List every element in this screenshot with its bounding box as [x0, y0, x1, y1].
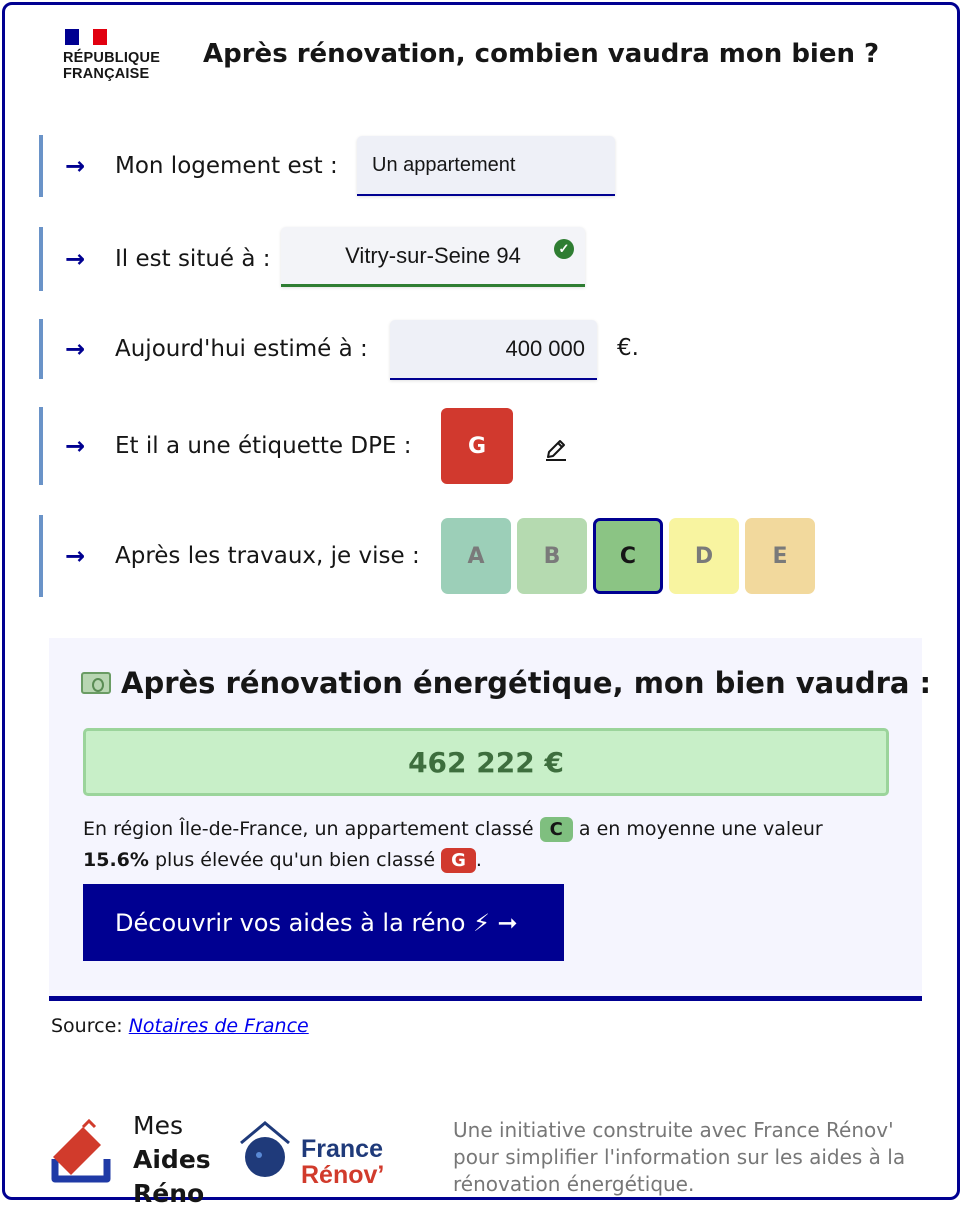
mar-line-3: Réno — [133, 1179, 205, 1208]
arrow-right-icon: → — [65, 245, 86, 273]
grade-option-e[interactable]: E — [745, 518, 815, 594]
grade-option-d[interactable]: D — [669, 518, 739, 594]
explain-end: . — [475, 849, 482, 871]
result-explanation: En région Île-de-France, un appartement … — [83, 814, 889, 876]
check-icon: ✓ — [554, 239, 574, 259]
source-label: Source: — [51, 1015, 123, 1037]
arrow-right-icon: → — [65, 152, 86, 180]
estimated-value: 462 222 € — [83, 728, 889, 796]
rf-line-2: FRANÇAISE — [63, 66, 150, 82]
mes-aides-reno-logo-icon — [51, 1118, 111, 1183]
current-grade-pill: G — [441, 848, 476, 873]
location-label: Il est situé à : — [115, 246, 271, 272]
housing-type-value: Un appartement — [372, 153, 516, 176]
arrow-right-icon: → — [65, 432, 86, 460]
french-flag-icon — [65, 29, 107, 45]
city-input[interactable]: Vitry-sur-Seine 94 ✓ — [281, 227, 585, 287]
housing-type-label: Mon logement est : — [115, 153, 338, 179]
rf-line-1: RÉPUBLIQUE — [63, 50, 161, 66]
fr-line-1: France — [301, 1135, 383, 1163]
explain-after: plus élevée qu'un bien classé — [154, 849, 436, 871]
price-value: 400 000 — [505, 336, 585, 361]
explain-middle: a en moyenne une valeur — [578, 818, 823, 840]
france-renov-logo: France Rénov’ — [240, 1121, 384, 1189]
target-grade-pill: C — [539, 817, 573, 842]
widget-frame: RÉPUBLIQUE FRANÇAISE Après rénovation, c… — [2, 2, 960, 1208]
grade-option-b[interactable]: B — [517, 518, 587, 594]
pencil-icon[interactable] — [541, 433, 571, 461]
result-title: Après rénovation énergétique, mon bien v… — [121, 666, 932, 700]
current-dpe-badge: G — [441, 408, 513, 484]
mes-aides-reno-logo-text: Mes Aides Réno — [133, 1109, 211, 1211]
grade-option-c[interactable]: C — [593, 518, 663, 594]
current-dpe-label: Et il a une étiquette DPE : — [115, 433, 412, 459]
fr-line-2: Rénov’ — [301, 1161, 384, 1189]
page-title: Après rénovation, combien vaudra mon bie… — [203, 39, 880, 69]
price-unit: €. — [617, 335, 639, 361]
result-panel: Après rénovation énergétique, mon bien v… — [49, 638, 931, 1001]
percent-increase: 15.6% — [83, 849, 149, 871]
mar-line-2: Aides — [133, 1145, 211, 1174]
arrow-right-icon: → — [65, 335, 86, 363]
city-value: Vitry-sur-Seine 94 — [345, 242, 521, 268]
footer-description: Une initiative construite avec France Ré… — [453, 1118, 906, 1196]
price-label: Aujourd'hui estimé à : — [115, 336, 368, 362]
mar-line-1: Mes — [133, 1111, 183, 1140]
money-icon — [81, 672, 111, 694]
arrow-right-icon: → — [65, 542, 86, 570]
target-dpe-label: Après les travaux, je vise : — [115, 543, 420, 569]
source-line: Source: Notaires de France — [51, 1015, 309, 1037]
explain-before: En région Île-de-France, un appartement … — [83, 818, 534, 840]
source-link[interactable]: Notaires de France — [129, 1015, 309, 1037]
price-input[interactable]: 400 000 — [390, 320, 597, 380]
result-heading: Après rénovation énergétique, mon bien v… — [81, 666, 931, 700]
housing-type-select[interactable]: Un appartement — [357, 136, 615, 196]
grade-option-a[interactable]: A — [441, 518, 511, 594]
republique-francaise-logo: RÉPUBLIQUE FRANÇAISE — [63, 29, 173, 82]
discover-aids-button[interactable]: Découvrir vos aides à la réno ⚡ ➞ — [83, 884, 564, 961]
